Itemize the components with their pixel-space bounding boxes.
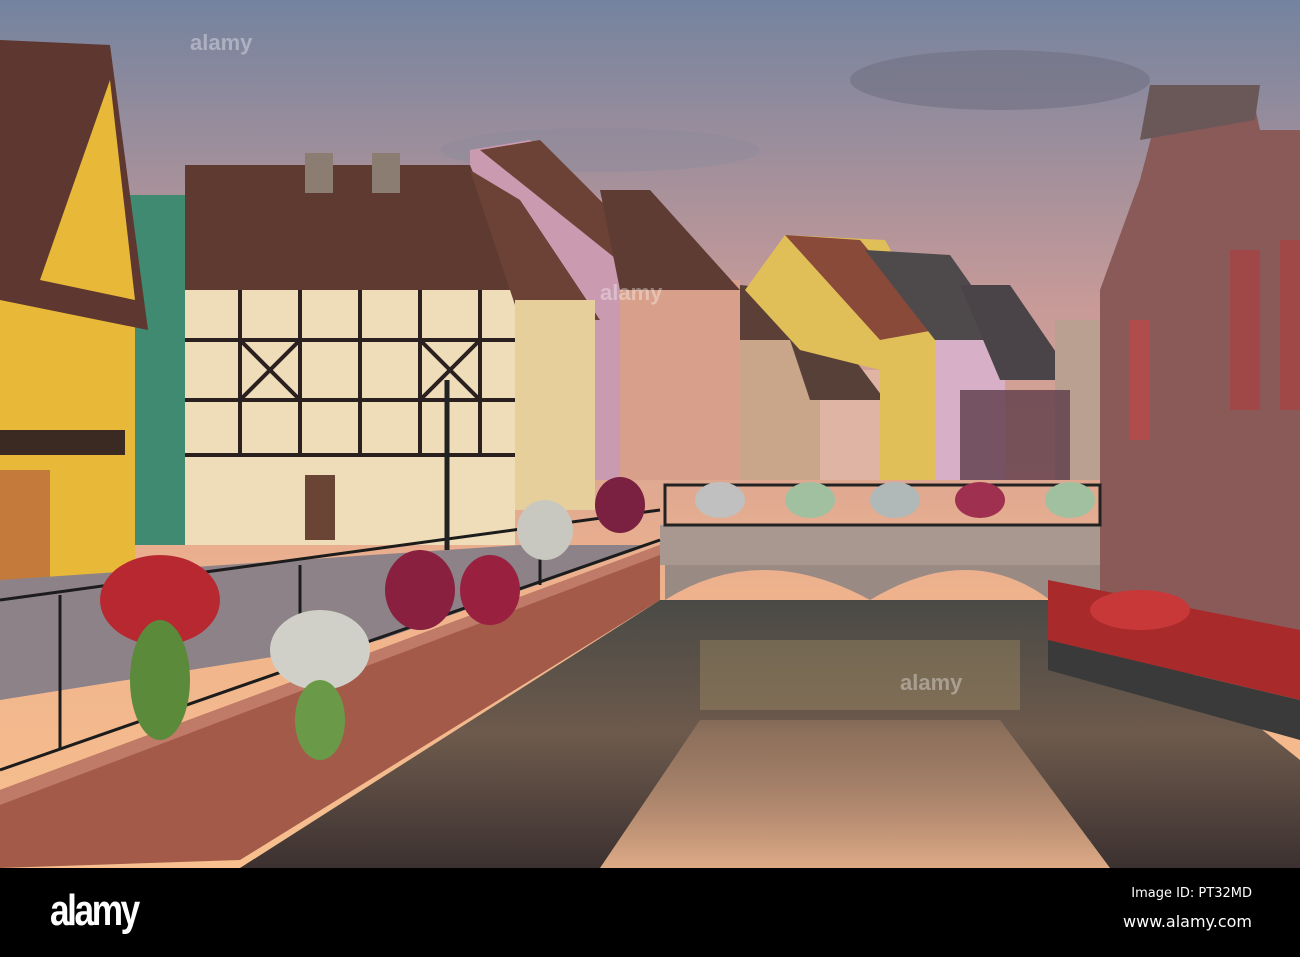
house-reflection [700, 640, 1020, 710]
site-url: www.alamy.com [1123, 912, 1252, 931]
watermark: alamy [600, 280, 663, 305]
canal-photo [0, 0, 1300, 868]
image-id: Image ID: PT32MD [1131, 886, 1252, 901]
watermark: alamy [190, 30, 253, 55]
watermark: alamy [900, 670, 963, 695]
cloud [850, 50, 1150, 110]
alamy-logo: alamy [50, 886, 140, 935]
footer-bar: alamy Image ID: PT32MD www.alamy.com [0, 868, 1300, 957]
